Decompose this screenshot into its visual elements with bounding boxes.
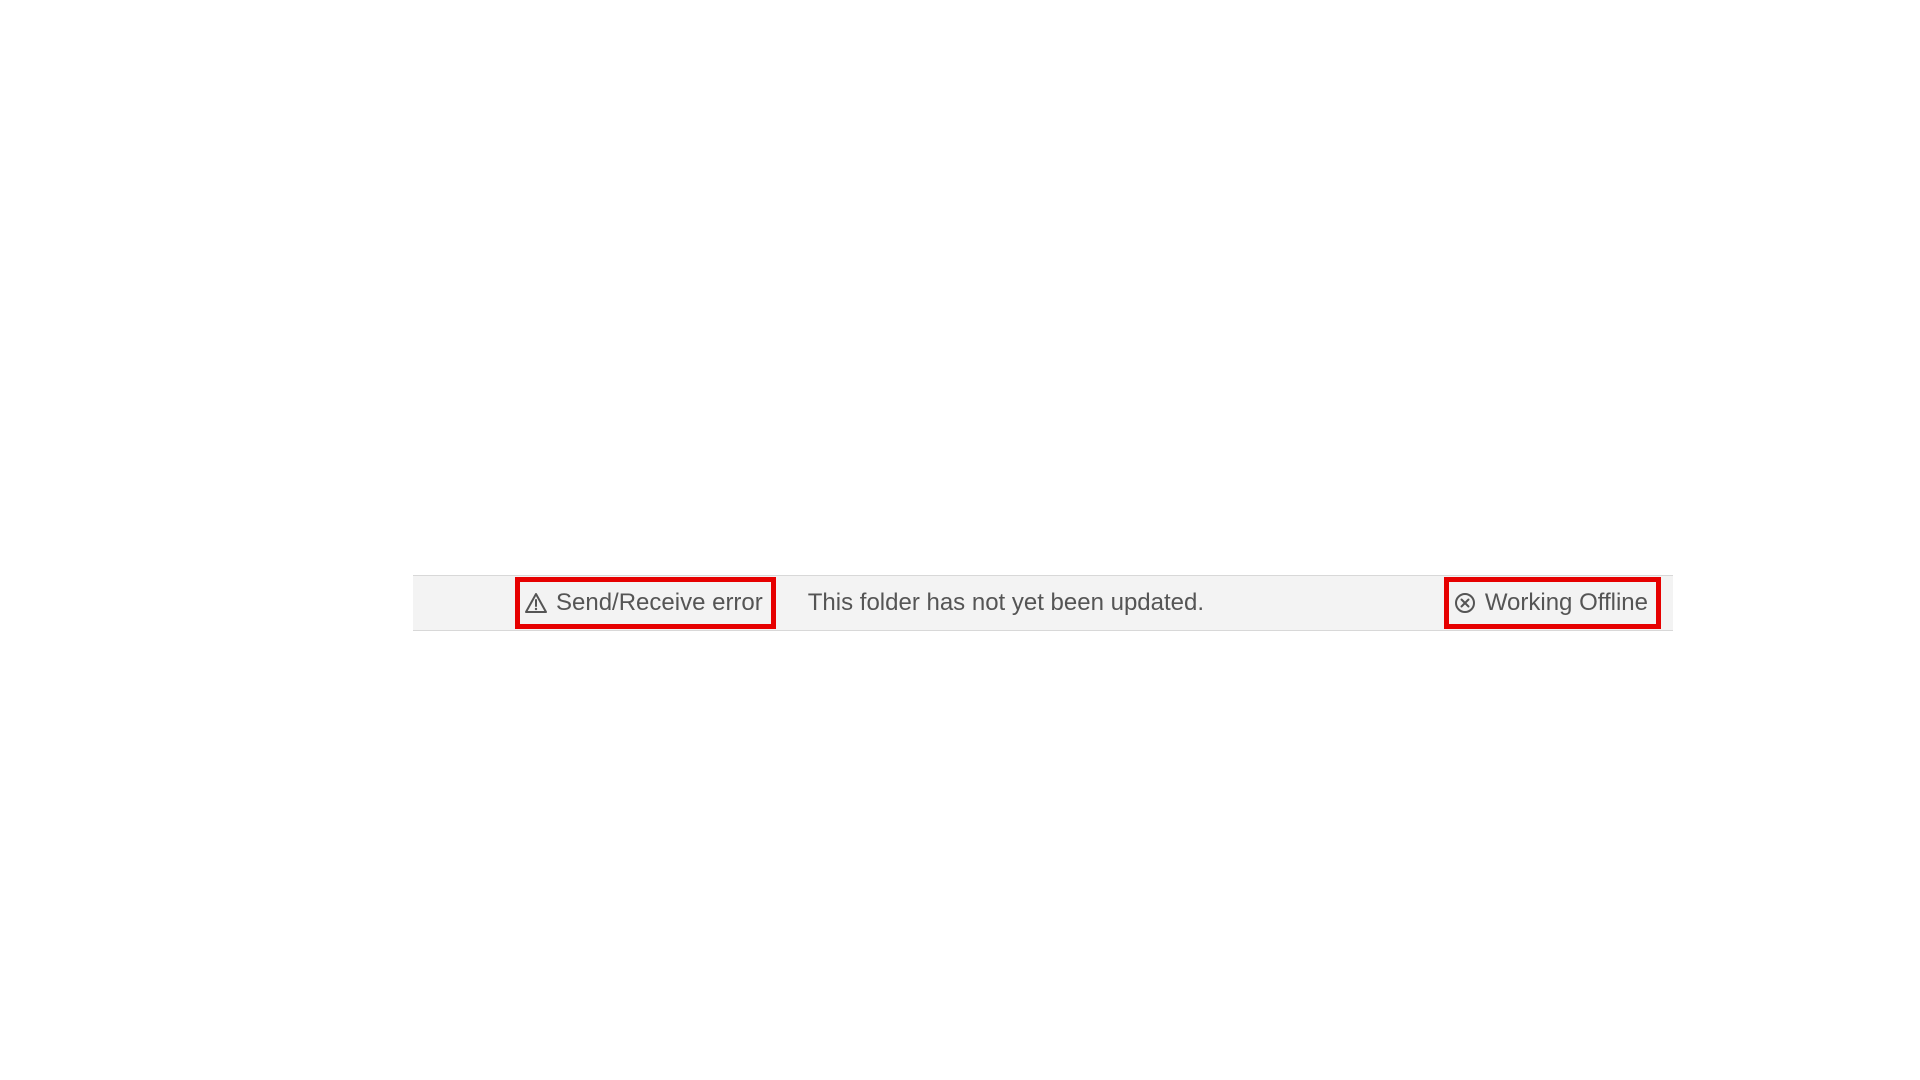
highlight-send-receive: Send/Receive error bbox=[515, 577, 776, 629]
working-offline-label: Working Offline bbox=[1485, 589, 1648, 617]
warning-triangle-icon bbox=[524, 591, 548, 615]
send-receive-error-section[interactable]: Send/Receive error bbox=[503, 576, 788, 630]
error-circle-x-icon bbox=[1453, 591, 1477, 615]
folder-status-section: This folder has not yet been updated. bbox=[788, 576, 1432, 630]
folder-status-label: This folder has not yet been updated. bbox=[808, 589, 1204, 617]
send-receive-error-label: Send/Receive error bbox=[556, 589, 763, 617]
status-bar: Send/Receive error This folder has not y… bbox=[413, 575, 1673, 631]
highlight-working-offline: Working Offline bbox=[1444, 577, 1661, 629]
working-offline-section[interactable]: Working Offline bbox=[1432, 576, 1673, 630]
